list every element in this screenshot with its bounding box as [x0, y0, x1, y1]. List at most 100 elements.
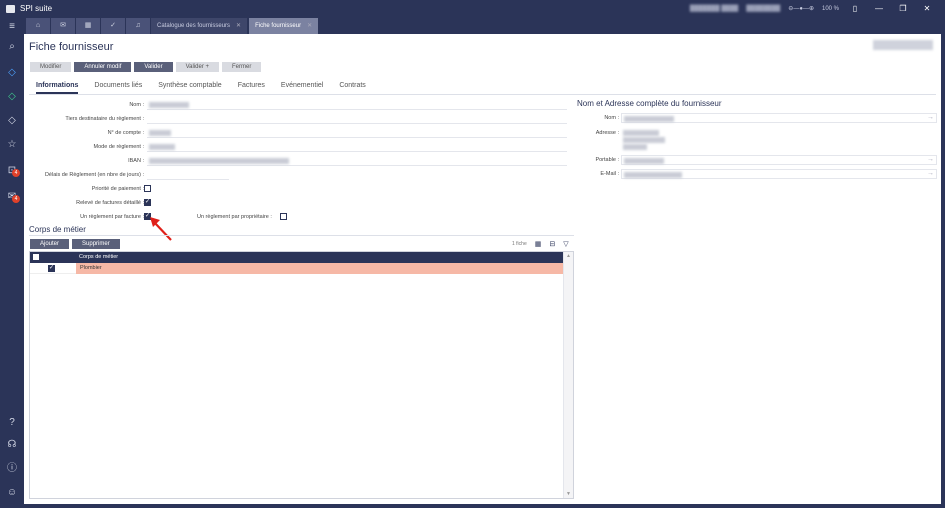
releve-label: Relevé de factures détaillé :	[76, 200, 144, 206]
addr-nom-label: Nom :	[604, 115, 619, 121]
corps-divider	[29, 235, 574, 236]
compte-label: N° de compte :	[107, 130, 144, 136]
search-icon[interactable]: ⌕	[4, 40, 20, 54]
close-tab-icon[interactable]: ✕	[236, 23, 241, 29]
column-header-corps[interactable]: Corps de métier	[79, 254, 118, 260]
home-icon[interactable]: ⌂	[26, 18, 50, 34]
reglement-proprietaire-checkbox[interactable]	[280, 213, 287, 220]
nom-label: Nom :	[129, 102, 144, 108]
bell-icon[interactable]: ♫	[126, 18, 150, 34]
addr-nom-field[interactable]: →	[621, 113, 937, 123]
reglement-proprietaire-label: Un règlement par propriétaire :	[197, 214, 272, 220]
select-all-checkbox[interactable]	[33, 254, 39, 260]
tab-documents-lies[interactable]: Documents liés	[94, 82, 142, 94]
priorite-checkbox[interactable]	[144, 185, 151, 192]
tab-catalogue-fournisseurs[interactable]: Catalogue des fournisseurs ✕	[151, 18, 248, 34]
tab-informations[interactable]: Informations	[36, 82, 79, 94]
valider-plus-button[interactable]: Valider +	[175, 62, 220, 72]
document-icon[interactable]: ▯	[847, 4, 863, 13]
lock-icon[interactable]: ⊡4	[4, 164, 20, 178]
grid-header: Corps de métier	[30, 252, 564, 263]
row-mode: Mode de règlement :	[29, 142, 569, 153]
check-icon[interactable]: ✓	[101, 18, 125, 34]
record-count: 1 fiche	[512, 241, 527, 247]
modifier-button[interactable]: Modifier	[30, 62, 72, 72]
red-arrow-annotation	[150, 217, 172, 241]
mail-icon[interactable]: ✉	[51, 18, 75, 34]
valider-button[interactable]: Valider	[134, 62, 173, 72]
row-checkbox[interactable]	[48, 264, 55, 272]
supprimer-button[interactable]: Supprimer	[72, 239, 120, 249]
corps-toolbar: Ajouter Supprimer	[30, 239, 120, 249]
ajouter-button[interactable]: Ajouter	[30, 239, 70, 249]
compte-field[interactable]	[147, 129, 567, 138]
section-tabs: Informations Documents liés Synthèse com…	[36, 82, 366, 94]
user-icon[interactable]: ☺	[4, 486, 20, 500]
minimize-button[interactable]: —	[871, 4, 887, 13]
close-button[interactable]: ✕	[919, 4, 935, 13]
iban-field[interactable]	[147, 157, 567, 166]
column-chooser-icon[interactable]: ⊟	[549, 240, 555, 248]
tab-bar: ⌂ ✉ ▦ ✓ ♫ Catalogue des fournisseurs ✕ Fi…	[26, 18, 320, 34]
row-compte: N° de compte :	[29, 128, 569, 139]
scroll-down-icon[interactable]: ▼	[566, 491, 571, 497]
close-tab-icon[interactable]: ✕	[307, 23, 312, 29]
corps-grid: Corps de métier Plombier ▲ ▼	[29, 251, 574, 499]
restore-button[interactable]: ❐	[895, 4, 911, 13]
reglement-facture-label: Un règlement par facture :	[80, 214, 144, 220]
row-iban: IBAN :	[29, 156, 569, 167]
tab-divider	[29, 94, 936, 95]
addr-portable-field[interactable]: →	[621, 155, 937, 165]
arrow-right-icon[interactable]: →	[927, 114, 934, 121]
table-row[interactable]: Plombier	[30, 263, 564, 274]
title-bar: SPI suite ███████ ████ ████████ ⊖—●—⊕ 10…	[0, 0, 945, 18]
tab-synthese-comptable[interactable]: Synthèse comptable	[158, 82, 221, 94]
mode-field[interactable]	[147, 143, 567, 152]
nav-left-icon[interactable]: ◇	[4, 66, 20, 80]
iban-label: IBAN :	[128, 158, 144, 164]
app-logo-icon	[6, 5, 15, 13]
row-addr-adresse: Adresse :	[577, 128, 939, 152]
badge: 4	[12, 195, 20, 203]
tiers-label: Tiers destinataire du règlement :	[65, 116, 144, 122]
star-icon[interactable]: ☆	[4, 138, 20, 152]
arrow-right-icon[interactable]: →	[927, 170, 934, 177]
export-excel-icon[interactable]: ▦	[535, 240, 542, 248]
delais-field[interactable]	[147, 171, 229, 180]
vertical-scrollbar[interactable]: ▲ ▼	[563, 252, 573, 498]
menu-icon[interactable]: ≡	[4, 20, 20, 34]
inbox-icon[interactable]: ✉4	[4, 190, 20, 204]
nom-field[interactable]	[147, 101, 567, 110]
tab-contrats[interactable]: Contrats	[339, 82, 365, 94]
nav-diamond-icon[interactable]: ◇	[4, 114, 20, 128]
nav-right-icon[interactable]: ◇	[4, 90, 20, 104]
scroll-up-icon[interactable]: ▲	[566, 253, 571, 259]
sidebar: ≡ ⌕ ◇ ◇ ◇ ☆ ⊡4 ✉4 ? ☊ ⓘ ☺	[0, 18, 24, 508]
addr-adresse-field[interactable]	[621, 128, 937, 152]
mode-label: Mode de règlement :	[93, 144, 144, 150]
app-title: SPI suite	[20, 4, 53, 13]
fermer-button[interactable]: Fermer	[222, 62, 262, 72]
address-title: Nom et Adresse complète du fournisseur	[577, 99, 722, 108]
help-icon[interactable]: ?	[4, 416, 20, 430]
priorite-label: Priorité de paiement :	[91, 186, 144, 192]
info-icon[interactable]: ⓘ	[4, 462, 20, 476]
tab-factures[interactable]: Factures	[238, 82, 265, 94]
zoom-level: 100 %	[821, 5, 839, 12]
calendar-icon[interactable]: ▦	[76, 18, 100, 34]
headset-icon[interactable]: ☊	[4, 438, 20, 452]
annuler-modif-button[interactable]: Annuler modif	[74, 62, 132, 72]
arrow-right-icon[interactable]: →	[927, 156, 934, 163]
tab-label: Fiche fournisseur	[255, 23, 302, 29]
addr-email-field[interactable]: →	[621, 169, 937, 179]
addr-portable-label: Portable :	[595, 157, 619, 163]
zoom-slider[interactable]: ⊖—●—⊕	[788, 5, 814, 12]
tab-evenementiel[interactable]: Evénementiel	[281, 82, 323, 94]
tab-fiche-fournisseur[interactable]: Fiche fournisseur ✕	[249, 18, 319, 34]
main-panel: Fiche fournisseur Modifier Annuler modif…	[24, 34, 941, 504]
filter-icon[interactable]: ▽	[563, 240, 568, 248]
corps-title: Corps de métier	[29, 225, 86, 234]
tiers-field[interactable]	[147, 115, 567, 124]
releve-checkbox[interactable]	[144, 198, 151, 206]
row-reglement: Un règlement par facture : Un règlement …	[29, 212, 569, 223]
